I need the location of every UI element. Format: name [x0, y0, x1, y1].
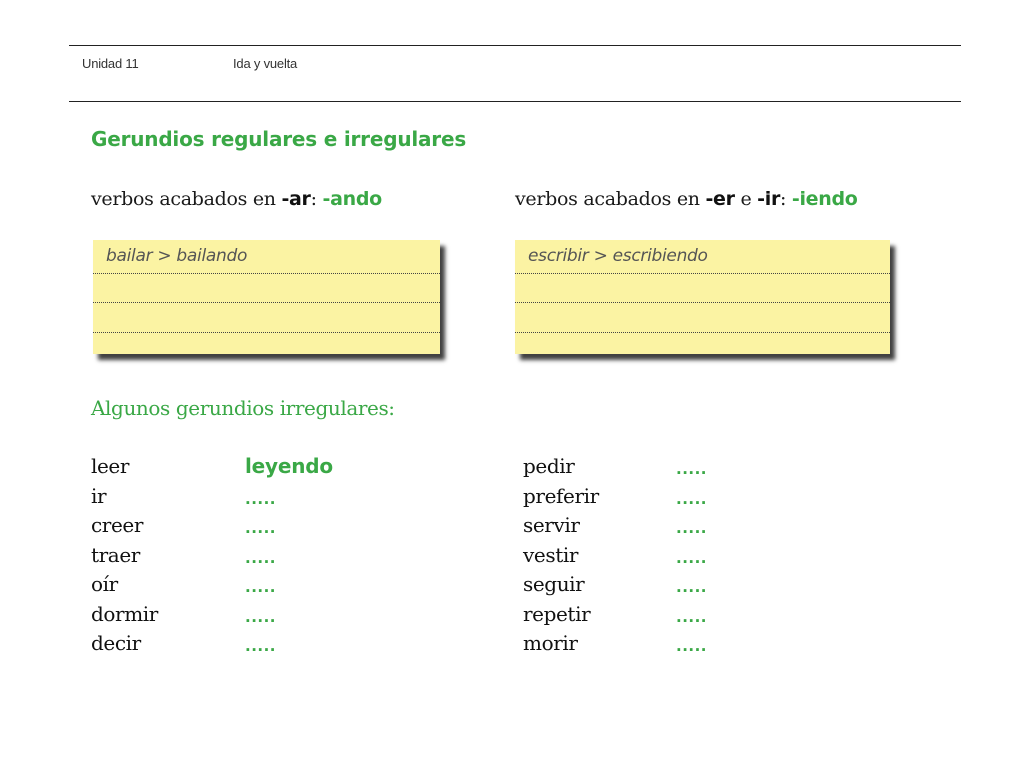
note-line: [93, 332, 440, 333]
gerund-blank[interactable]: .....: [245, 608, 276, 626]
note-er-ir-examples[interactable]: escribir > escribiendo: [515, 240, 890, 354]
unit-label: Unidad 11: [82, 56, 139, 71]
gerund-blank[interactable]: .....: [245, 519, 276, 537]
verb: vestir: [523, 542, 578, 567]
note-line: [93, 302, 440, 303]
header-bottom-rule: [69, 101, 961, 102]
verb: morir: [523, 631, 578, 655]
gerund-blank[interactable]: .....: [676, 578, 707, 596]
gerund-blank[interactable]: .....: [676, 519, 707, 537]
gerund-blank[interactable]: .....: [676, 460, 707, 478]
rule-separator: :: [310, 188, 323, 210]
verb: ir: [91, 483, 107, 508]
gerund: leyendo: [245, 454, 333, 478]
verb: oír: [91, 572, 118, 596]
verb: decir: [91, 631, 141, 655]
note-line: [93, 273, 440, 274]
note-line: [515, 332, 890, 333]
verb: repetir: [523, 601, 591, 626]
gerund-blank[interactable]: .....: [676, 549, 707, 567]
verb-ending: -ar: [281, 188, 311, 210]
gerund-blank[interactable]: .....: [245, 578, 276, 596]
note-example: bailar > bailando: [106, 246, 248, 266]
gerund-blank[interactable]: .....: [245, 637, 276, 655]
irregular-title: Algunos gerundios irregulares:: [91, 396, 395, 420]
unit-title: Ida y vuelta: [233, 56, 298, 71]
rule-separator: :: [780, 188, 792, 210]
verb: leer: [91, 454, 130, 478]
verb: traer: [91, 542, 140, 567]
note-example: escribir > escribiendo: [528, 246, 708, 266]
gerund-blank[interactable]: .....: [676, 490, 707, 508]
rule-er-ir-verbs: verbos acabados en -er e -ir: -iendo: [515, 188, 858, 210]
verb: seguir: [523, 572, 585, 596]
verb: servir: [523, 513, 580, 537]
verb: creer: [91, 513, 143, 537]
note-line: [515, 302, 890, 303]
section-title: Gerundios regulares e irregulares: [91, 127, 467, 151]
gerund-blank[interactable]: .....: [676, 637, 707, 655]
note-ar-examples[interactable]: bailar > bailando: [93, 240, 440, 354]
verb-ending-2: -ir: [757, 188, 781, 210]
verb: pedir: [523, 454, 575, 478]
rule-ar-verbs: verbos acabados en -ar: -ando: [91, 188, 382, 210]
rule-prefix: verbos acabados en: [515, 188, 706, 210]
gerund-ending: -iendo: [791, 188, 858, 210]
gerund-blank[interactable]: .....: [676, 608, 707, 626]
gerund-ending: -ando: [322, 188, 382, 210]
gerund-blank[interactable]: .....: [245, 549, 276, 567]
rule-prefix: verbos acabados en: [91, 188, 282, 210]
note-line: [515, 273, 890, 274]
verb-ending: -er: [705, 188, 735, 210]
gerund-blank[interactable]: .....: [245, 490, 276, 508]
verb: dormir: [91, 601, 158, 626]
verb: preferir: [523, 483, 599, 508]
rule-connector: e: [734, 188, 758, 210]
header-top-rule: [69, 45, 961, 46]
